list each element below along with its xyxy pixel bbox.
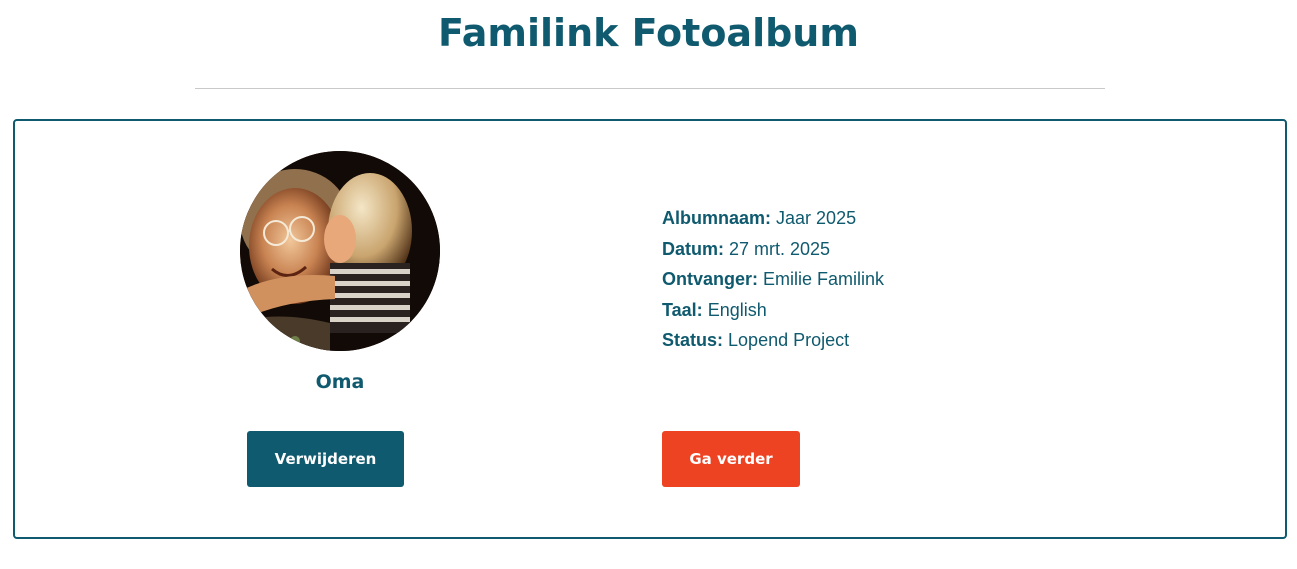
detail-value: 27 mrt. 2025 xyxy=(729,238,831,259)
page-title: Familink Fotoalbum xyxy=(438,11,859,55)
detail-date: Datum: 27 mrt. 2025 xyxy=(662,234,884,265)
detail-value: Lopend Project xyxy=(728,330,850,350)
continue-button[interactable]: Ga verder xyxy=(662,431,800,487)
detail-status: Status: Lopend Project xyxy=(662,325,884,356)
detail-label: Status: xyxy=(662,330,724,350)
detail-label: Ontvanger: xyxy=(662,269,759,289)
album-details: Albumnaam: Jaar 2025 Datum: 27 mrt. 2025… xyxy=(662,203,884,356)
recipient-name: Oma xyxy=(315,371,365,393)
detail-language: Taal: English xyxy=(662,295,884,326)
title-divider xyxy=(195,88,1105,89)
detail-value: Jaar 2025 xyxy=(776,208,857,228)
album-card: Oma Albumnaam: Jaar 2025 Datum: 27 mrt. … xyxy=(13,119,1287,539)
detail-label: Albumnaam: xyxy=(662,208,772,228)
detail-value: English xyxy=(707,299,767,320)
detail-label: Taal: xyxy=(662,299,703,320)
detail-value: Emilie Familink xyxy=(763,269,885,289)
detail-label: Datum: xyxy=(662,238,724,259)
delete-button[interactable]: Verwijderen xyxy=(247,431,404,487)
album-cover-photo xyxy=(240,151,440,351)
detail-album-name: Albumnaam: Jaar 2025 xyxy=(662,203,884,234)
album-cover-avatar xyxy=(240,151,440,351)
detail-recipient: Ontvanger: Emilie Familink xyxy=(662,264,884,295)
